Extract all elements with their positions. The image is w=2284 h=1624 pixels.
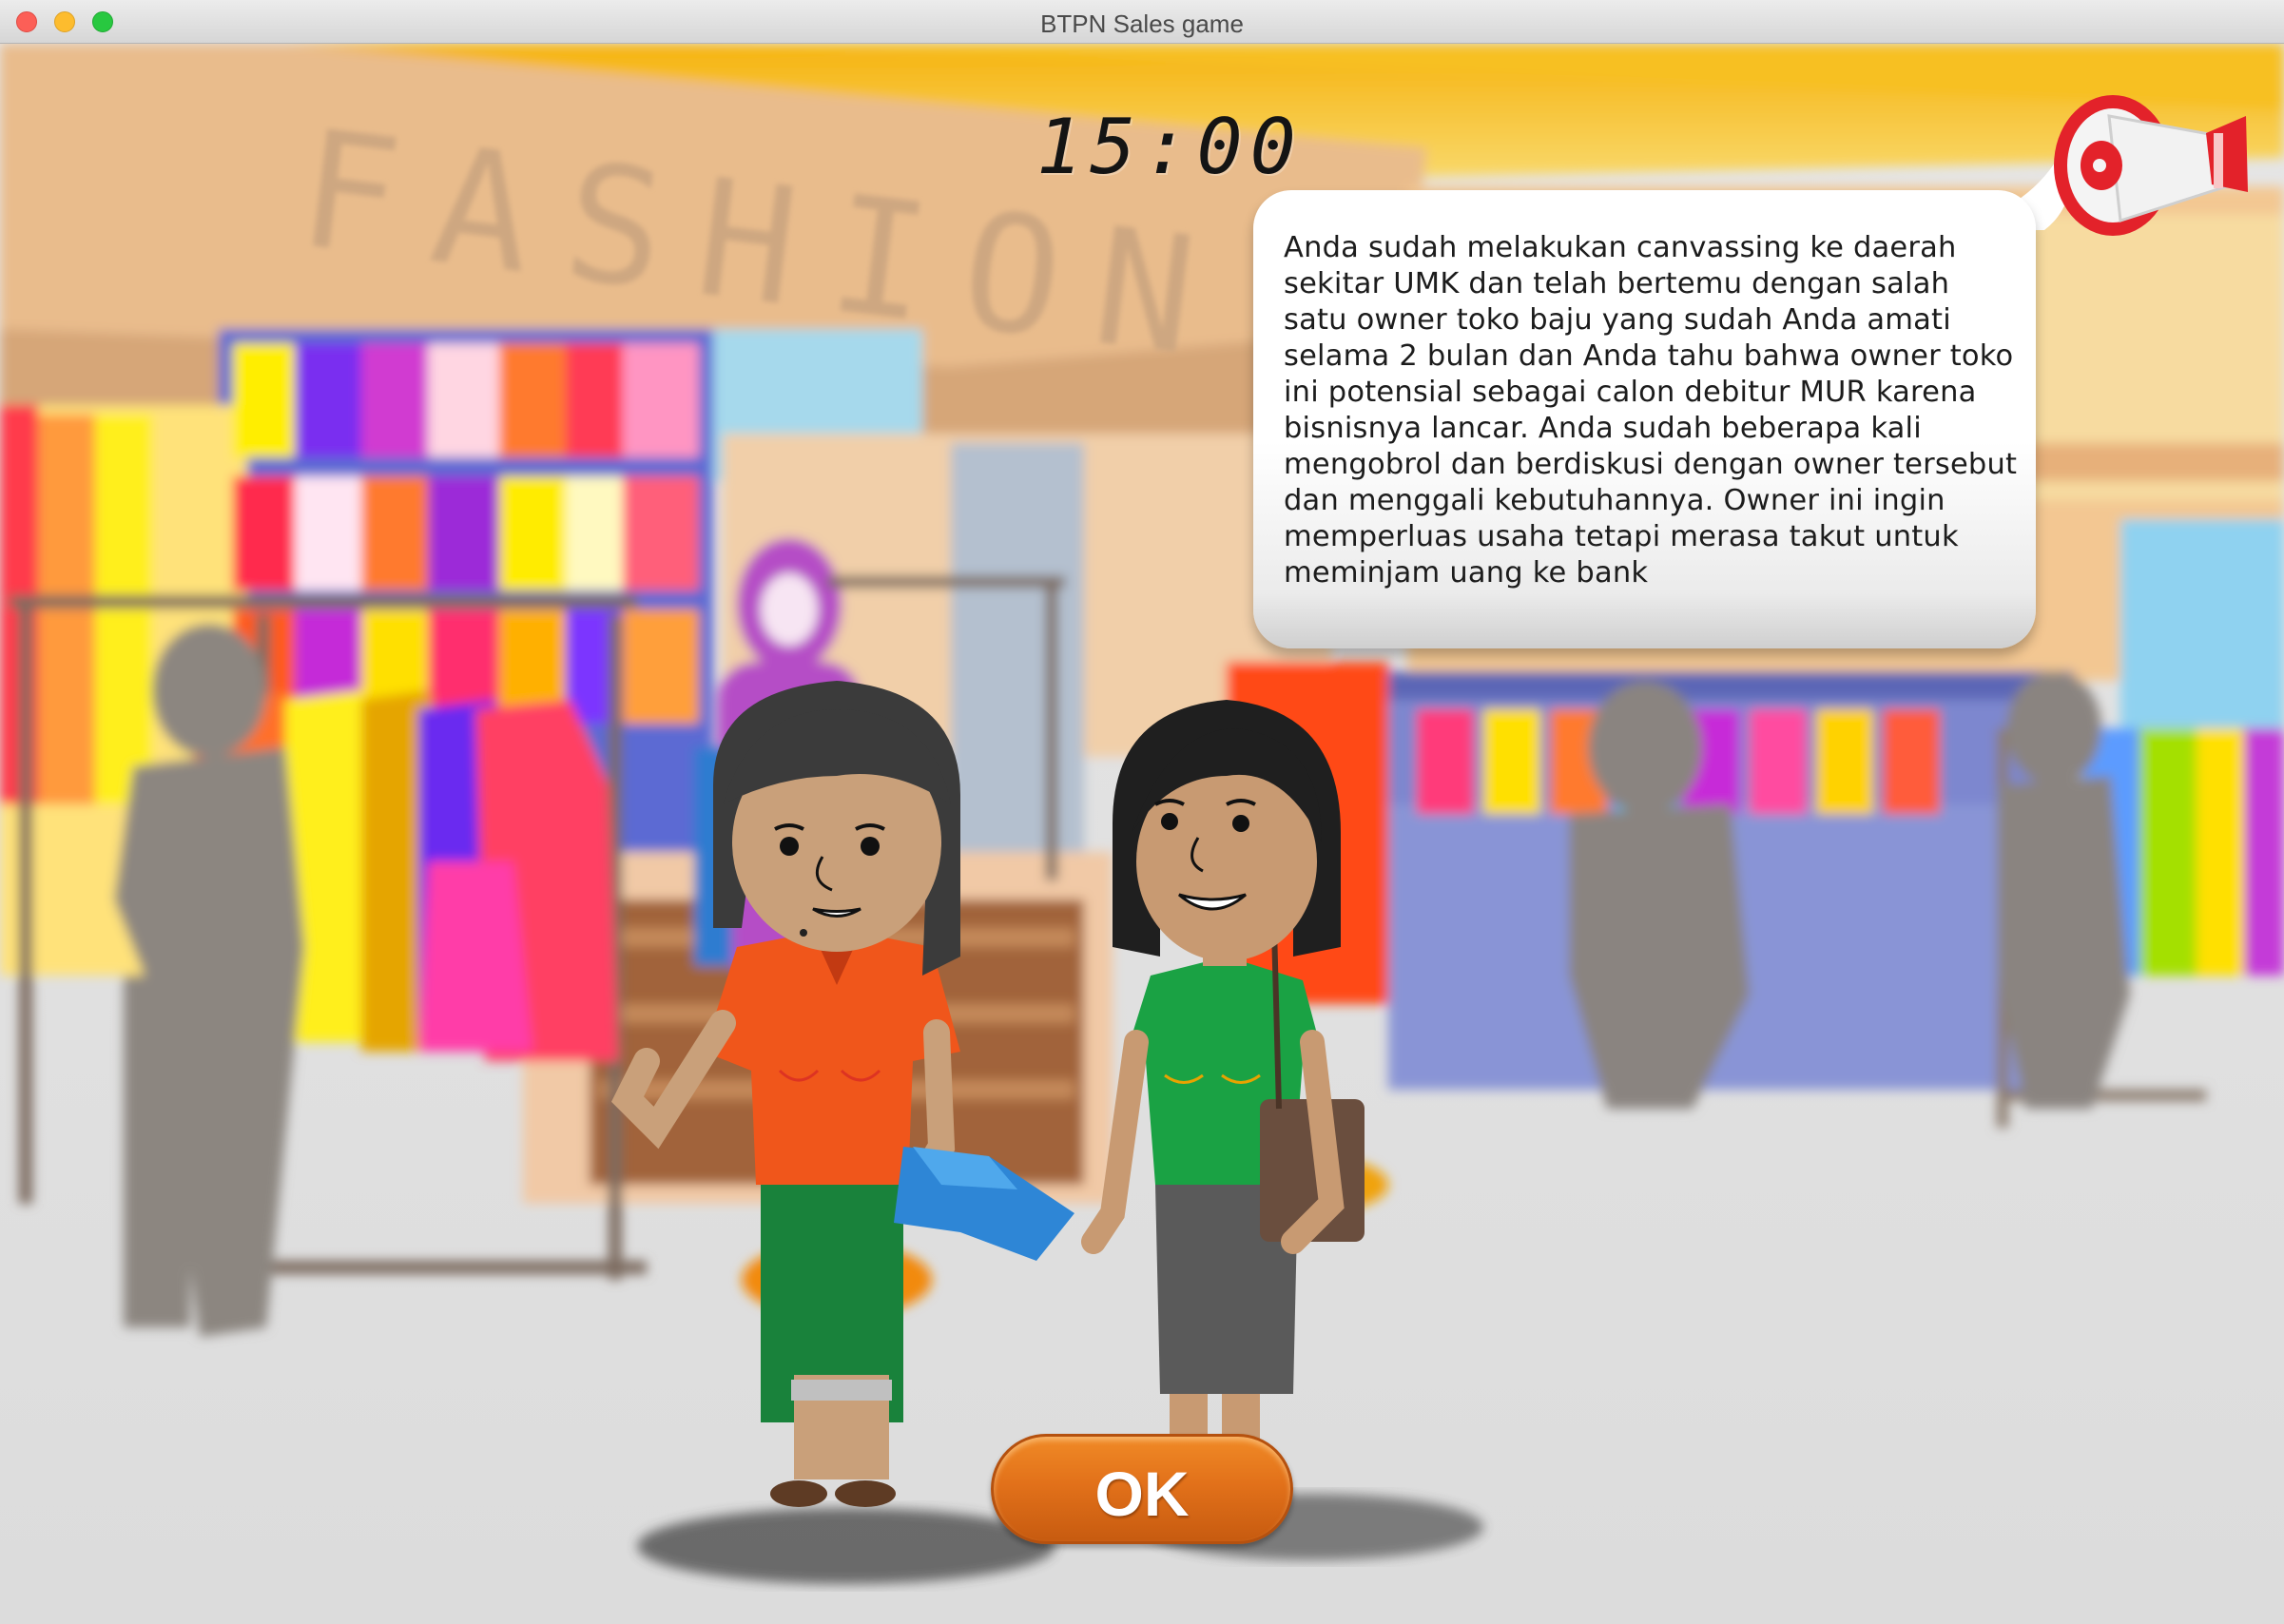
countdown-timer: 15:00 xyxy=(1036,103,1304,191)
megaphone-icon[interactable] xyxy=(2044,78,2254,244)
speech-bubble: Anda sudah melakukan canvassing ke daera… xyxy=(1253,190,2036,648)
game-window: BTPN Sales game FASHION 15:00 Anda sudah… xyxy=(0,0,2284,1624)
title-bar: BTPN Sales game xyxy=(0,0,2284,44)
game-scene: FASHION 15:00 Anda sudah melakukan canva… xyxy=(0,44,2284,1624)
ok-button[interactable]: OK xyxy=(991,1434,1293,1544)
window-title: BTPN Sales game xyxy=(1040,10,1244,38)
scenario-message: Anda sudah melakukan canvassing ke daera… xyxy=(1284,231,2018,590)
ok-button-label: OK xyxy=(1094,1459,1190,1529)
